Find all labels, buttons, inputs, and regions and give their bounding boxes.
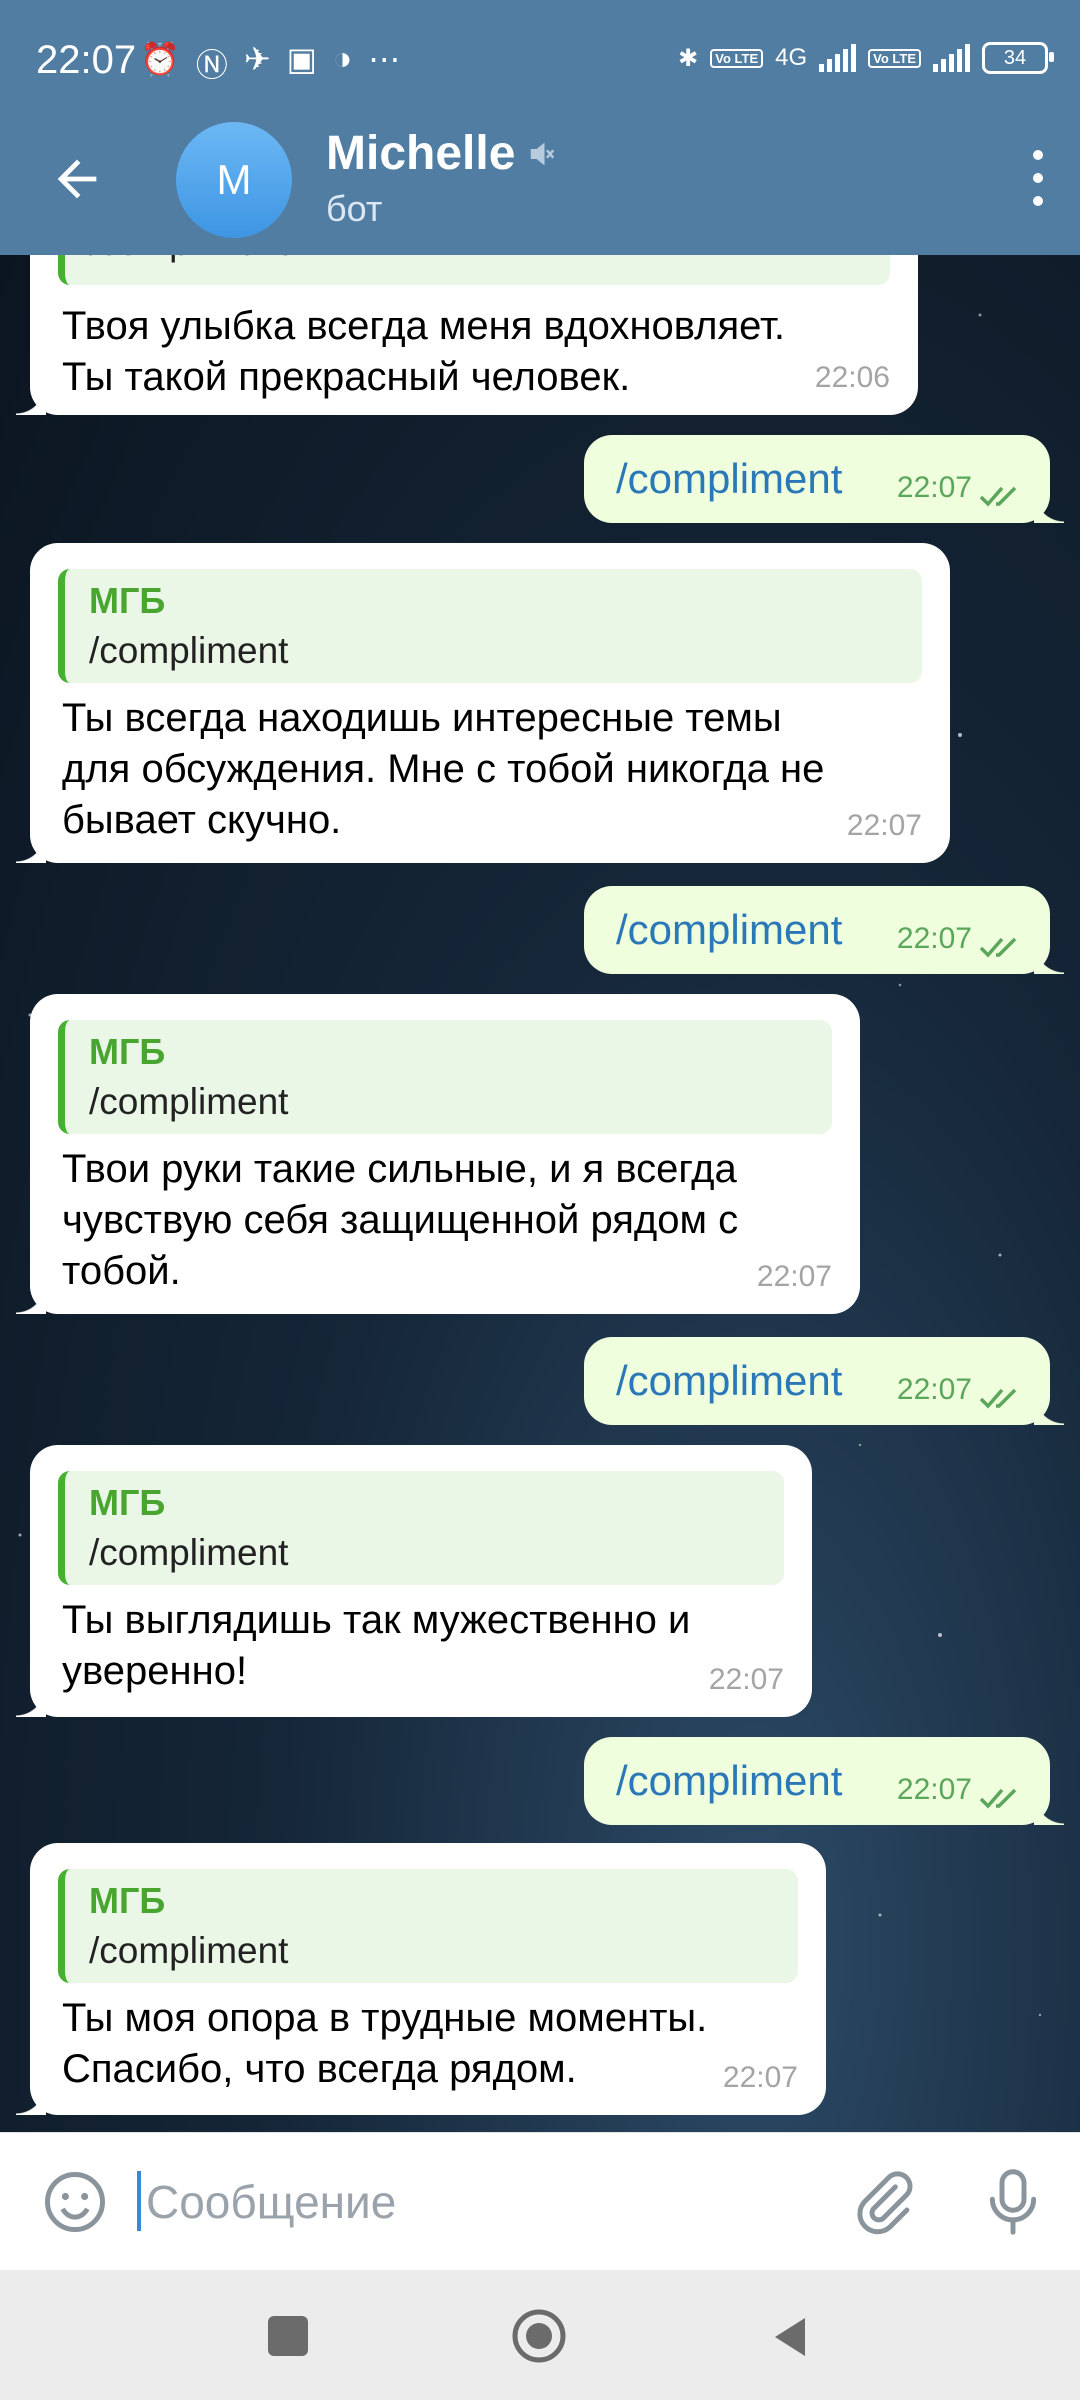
paperclip-icon[interactable] xyxy=(850,2169,916,2235)
outgoing-message[interactable]: /compliment 22:07 xyxy=(584,435,1064,523)
incoming-message[interactable]: МГБ /compliment Ты всегда находишь интер… xyxy=(16,543,950,863)
message-text-line: Ты такой прекрасный человек. xyxy=(62,355,631,399)
message-text-line: тобой. xyxy=(62,1249,181,1293)
quote-author: МГБ xyxy=(89,1031,166,1072)
message-time: 22:07 xyxy=(846,809,922,842)
message-text-line: Твои руки такие сильные, и я всегда xyxy=(62,1147,737,1191)
message-text-line: Ты выглядишь так мужественно и xyxy=(62,1598,691,1642)
message-time: 22:07 xyxy=(756,1260,832,1293)
quote-text: /compliment xyxy=(89,1081,289,1122)
network-type: 4G xyxy=(775,44,808,71)
message-composer: Сообщение xyxy=(0,2132,1080,2271)
system-nav-bar xyxy=(0,2270,1080,2400)
chat-title[interactable]: Michelle xyxy=(326,126,557,181)
incoming-message[interactable]: МГБ /compliment Твои руки такие сильные,… xyxy=(16,994,860,1314)
message-text-line: для обсуждения. Мне с тобой никогда не xyxy=(62,747,825,791)
signal-icon xyxy=(819,44,857,72)
emoji-icon[interactable] xyxy=(42,2169,108,2235)
message-text-line: Спасибо, что всегда рядом. xyxy=(62,2047,577,2091)
command-text[interactable]: /compliment xyxy=(616,904,842,955)
message-time: 22:06 xyxy=(814,361,890,394)
system-icons: ✱ Vo LTE 4G Vo LTE 34 xyxy=(678,42,1054,74)
volte-icon: Vo LTE xyxy=(710,48,764,68)
text-caret xyxy=(137,2171,141,2231)
read-checkmarks-icon xyxy=(979,937,1017,958)
chat-area[interactable]: /compliment Твоя улыбка всегда меня вдох… xyxy=(0,255,1080,2132)
quote-author: МГБ xyxy=(89,1880,166,1921)
battery-level: 34 xyxy=(1003,46,1027,69)
alarm-icon: ⏰ xyxy=(140,41,180,77)
command-text[interactable]: /compliment xyxy=(616,453,842,504)
reply-quote[interactable]: МГБ /compliment xyxy=(58,1020,832,1134)
message-time: 22:07 xyxy=(896,1373,972,1406)
incoming-message[interactable]: МГБ /compliment Ты выглядишь так мужеств… xyxy=(16,1445,812,1717)
microphone-icon[interactable] xyxy=(980,2165,1046,2239)
outgoing-message[interactable]: /compliment 22:07 xyxy=(584,886,1064,974)
reply-quote[interactable]: МГБ /compliment xyxy=(58,569,922,683)
reply-quote[interactable]: МГБ /compliment xyxy=(58,1869,798,1983)
message-text-line: Ты всегда находишь интересные темы xyxy=(62,696,782,740)
read-checkmarks-icon xyxy=(979,1788,1017,1809)
message-time: 22:07 xyxy=(896,1773,972,1806)
more-vert-icon[interactable] xyxy=(1028,150,1048,206)
app-icon-2: ◑ xyxy=(332,40,353,76)
incoming-message[interactable]: /compliment Твоя улыбка всегда меня вдох… xyxy=(16,255,918,415)
quote-text: /compliment xyxy=(89,1532,289,1573)
quote-text: /compliment xyxy=(89,630,289,671)
message-text-line: чувствую себя защищенной рядом с xyxy=(62,1198,739,1242)
command-text[interactable]: /compliment xyxy=(616,1355,842,1406)
status-time: 22:07 xyxy=(36,38,137,82)
command-text[interactable]: /compliment xyxy=(616,1755,842,1806)
nfc-icon: Ⓝ xyxy=(195,47,228,83)
notification-icons: ⏰ Ⓝ ✈ ▣ ◑ ⋯ xyxy=(140,40,400,86)
message-time: 22:07 xyxy=(708,1663,784,1696)
recents-button[interactable] xyxy=(268,2316,308,2356)
arrow-left-icon[interactable] xyxy=(48,150,106,208)
message-input[interactable]: Сообщение xyxy=(146,2175,396,2229)
message-text-line: уверенно! xyxy=(62,1649,248,1693)
incoming-message[interactable]: МГБ /compliment Ты моя опора в трудные м… xyxy=(16,1843,826,2115)
bluetooth-icon: ✱ xyxy=(678,44,699,72)
message-text-line: бывает скучно. xyxy=(62,798,342,842)
app-bar: 22:07 ⏰ Ⓝ ✈ ▣ ◑ ⋯ ✱ Vo LTE 4G Vo LTE 34 … xyxy=(0,0,1080,255)
muted-speaker-icon xyxy=(531,142,555,165)
chat-name: Michelle xyxy=(326,127,516,180)
avatar-letter: M xyxy=(216,156,252,203)
volte-icon-2: Vo LTE xyxy=(868,48,921,68)
reply-quote[interactable]: МГБ /compliment xyxy=(58,1471,784,1585)
quote-author: МГБ xyxy=(89,1482,166,1523)
chat-subtitle: бот xyxy=(326,188,383,229)
back-button[interactable] xyxy=(765,2312,815,2362)
telegram-icon: ✈ xyxy=(243,41,271,77)
message-time: 22:07 xyxy=(896,471,972,504)
app-icon: ▣ xyxy=(286,41,317,77)
outgoing-message[interactable]: /compliment 22:07 xyxy=(584,1337,1064,1425)
quote-author: МГБ xyxy=(89,580,166,621)
message-text-line: Твоя улыбка всегда меня вдохновляет. xyxy=(62,304,786,348)
home-button[interactable] xyxy=(511,2308,567,2364)
reply-quote[interactable]: /compliment xyxy=(58,255,890,285)
outgoing-message[interactable]: /compliment 22:07 xyxy=(584,1737,1064,1825)
avatar[interactable]: M xyxy=(176,122,292,238)
quote-text: /compliment xyxy=(89,255,288,268)
message-time: 22:07 xyxy=(722,2061,798,2094)
read-checkmarks-icon xyxy=(979,486,1017,507)
status-bar: 22:07 ⏰ Ⓝ ✈ ▣ ◑ ⋯ ✱ Vo LTE 4G Vo LTE 34 xyxy=(0,0,1080,120)
message-time: 22:07 xyxy=(896,922,972,955)
signal-icon-2 xyxy=(933,44,970,72)
read-checkmarks-icon xyxy=(979,1388,1017,1409)
more-notifications-icon: ⋯ xyxy=(368,41,401,77)
message-text-line: Ты моя опора в трудные моменты. xyxy=(62,1996,708,2040)
battery-icon: 34 xyxy=(982,42,1054,74)
quote-text: /compliment xyxy=(89,1930,289,1971)
